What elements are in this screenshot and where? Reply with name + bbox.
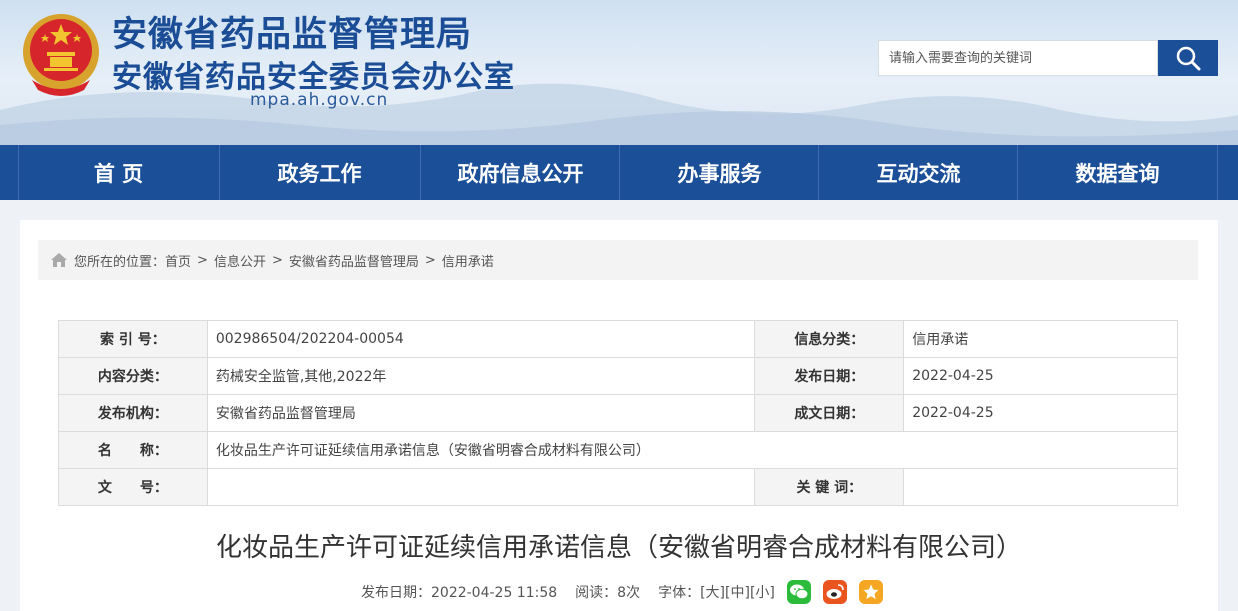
article-date: 发布日期：2022-04-25 11:58 bbox=[361, 585, 558, 601]
site-title: 安徽省药品监督管理局 bbox=[112, 15, 473, 55]
nav-item-services[interactable]: 办事服务 bbox=[620, 145, 819, 200]
breadcrumb: 您所在的位置： 首页 > 信息公开 > 安徽省药品监督管理局 > 信用承诺 bbox=[38, 240, 1198, 280]
meta-label: 发布日期： bbox=[754, 357, 905, 395]
nav-item-info-disclosure[interactable]: 政府信息公开 bbox=[421, 145, 620, 200]
search-input[interactable] bbox=[879, 41, 1157, 75]
table-row: 内容分类： 药械安全监管,其他,2022年 发布日期： 2022-04-25 bbox=[58, 357, 1178, 395]
site-domain: mpa.ah.gov.cn bbox=[250, 90, 389, 110]
search-icon bbox=[1176, 46, 1201, 71]
wechat-icon bbox=[789, 584, 809, 600]
search-button[interactable] bbox=[1158, 40, 1218, 76]
font-size-large-button[interactable]: [大] bbox=[700, 582, 725, 602]
meta-label: 发布机构： bbox=[58, 394, 208, 432]
nav-divider bbox=[1217, 145, 1218, 200]
meta-label: 信息分类： bbox=[754, 320, 905, 358]
meta-label: 关 键 词： bbox=[754, 468, 905, 506]
nav-item-data-query[interactable]: 数据查询 bbox=[1018, 145, 1217, 200]
share-weibo-button[interactable] bbox=[822, 580, 847, 604]
nav-item-home[interactable]: 首 页 bbox=[19, 145, 218, 200]
content-panel: 您所在的位置： 首页 > 信息公开 > 安徽省药品监督管理局 > 信用承诺 索 … bbox=[20, 220, 1218, 611]
font-size-label: 字体： bbox=[658, 585, 701, 601]
meta-label: 内容分类： bbox=[58, 357, 208, 395]
breadcrumb-item-home[interactable]: 首页 bbox=[165, 251, 191, 270]
meta-category-value: 信用承诺 bbox=[903, 320, 1178, 358]
meta-label: 索 引 号： bbox=[58, 320, 208, 358]
document-metadata-table: 索 引 号： 002986504/202204-00054 信息分类： 信用承诺… bbox=[58, 320, 1179, 506]
table-row: 名 称： 化妆品生产许可证延续信用承诺信息（安徽省明睿合成材料有限公司） bbox=[58, 431, 1179, 469]
meta-publish-date-value: 2022-04-25 bbox=[903, 357, 1178, 395]
article-title: 化妆品生产许可证延续信用承诺信息（安徽省明睿合成材料有限公司） bbox=[215, 533, 1022, 563]
meta-index-value: 002986504/202204-00054 bbox=[206, 320, 756, 358]
favorite-button[interactable] bbox=[858, 580, 883, 604]
meta-doc-date-value: 2022-04-25 bbox=[903, 394, 1178, 432]
favorite-star-icon bbox=[863, 584, 879, 599]
nav-item-interaction[interactable]: 互动交流 bbox=[819, 145, 1018, 200]
meta-label: 文 号： bbox=[58, 468, 208, 506]
meta-name-value: 化妆品生产许可证延续信用承诺信息（安徽省明睿合成材料有限公司） bbox=[206, 431, 1179, 469]
main-nav: 首 页 政务工作 政府信息公开 办事服务 互动交流 数据查询 bbox=[0, 145, 1238, 200]
breadcrumb-separator: > bbox=[197, 252, 208, 268]
breadcrumb-item-info[interactable]: 信息公开 bbox=[214, 251, 266, 270]
breadcrumb-separator: > bbox=[424, 252, 436, 268]
meta-label: 名 称： bbox=[58, 431, 208, 469]
national-emblem-logo bbox=[23, 14, 99, 96]
breadcrumb-item-credit[interactable]: 信用承诺 bbox=[442, 251, 494, 270]
table-row: 索 引 号： 002986504/202204-00054 信息分类： 信用承诺 bbox=[58, 320, 1178, 358]
meta-docno-value bbox=[206, 468, 756, 506]
nav-item-government-work[interactable]: 政务工作 bbox=[220, 145, 419, 200]
table-row: 文 号： 关 键 词： bbox=[58, 468, 1178, 506]
breadcrumb-separator: > bbox=[271, 252, 283, 268]
meta-label: 成文日期： bbox=[754, 394, 905, 432]
meta-org-value: 安徽省药品监督管理局 bbox=[206, 394, 756, 432]
meta-content-value: 药械安全监管,其他,2022年 bbox=[206, 357, 756, 395]
article-views: 阅读：8次 bbox=[575, 585, 641, 601]
breadcrumb-prefix: 您所在的位置： bbox=[74, 254, 166, 270]
search-box bbox=[878, 40, 1158, 76]
home-icon bbox=[51, 253, 67, 267]
site-header: 安徽省药品监督管理局 安徽省药品安全委员会办公室 mpa.ah.gov.cn bbox=[0, 0, 1238, 145]
meta-keywords-value bbox=[903, 468, 1178, 506]
weibo-icon bbox=[826, 584, 844, 599]
font-size-medium-button[interactable]: [中] bbox=[725, 582, 750, 602]
share-wechat-button[interactable] bbox=[786, 580, 811, 604]
font-size-small-button[interactable]: [小] bbox=[750, 582, 775, 602]
table-row: 发布机构： 安徽省药品监督管理局 成文日期： 2022-04-25 bbox=[58, 394, 1178, 432]
breadcrumb-item-bureau[interactable]: 安徽省药品监督管理局 bbox=[289, 251, 419, 270]
article-info-bar: 发布日期：2022-04-25 11:58 阅读：8次 字体： [大] [中] … bbox=[361, 579, 883, 605]
